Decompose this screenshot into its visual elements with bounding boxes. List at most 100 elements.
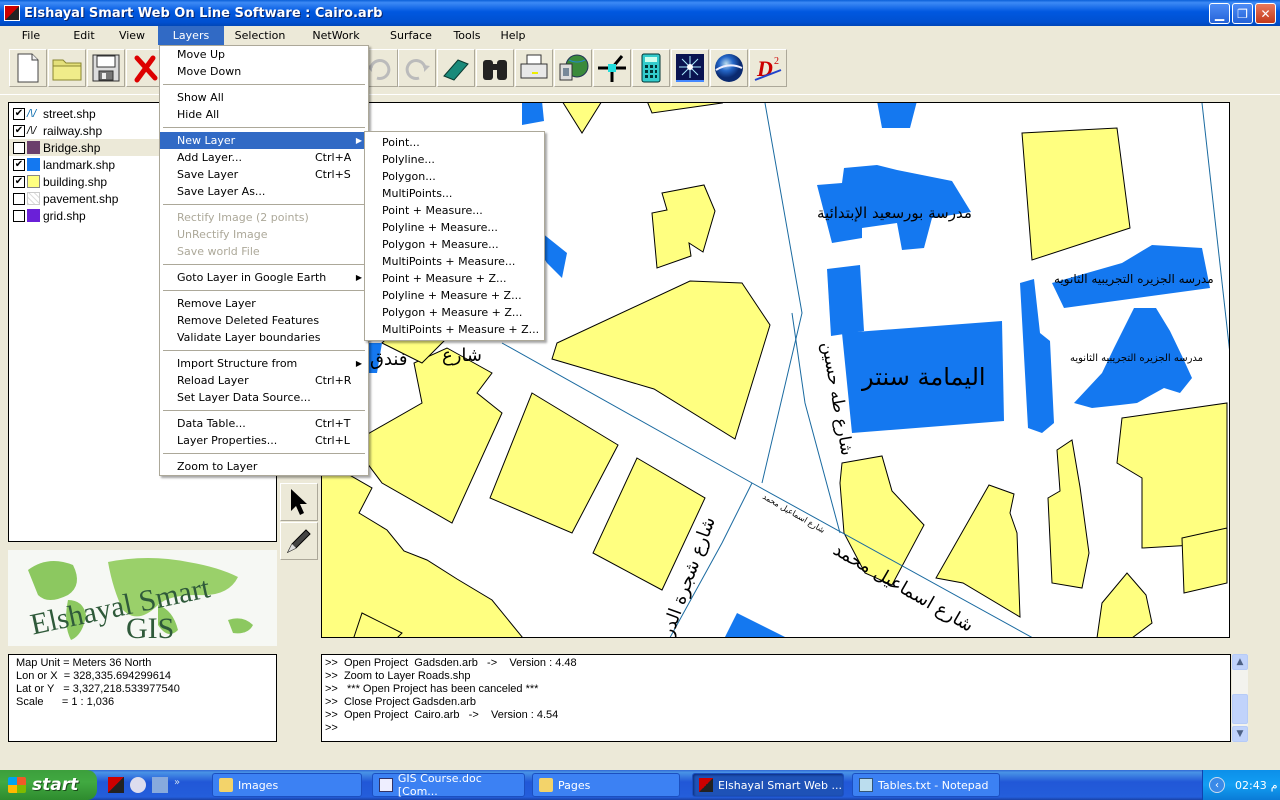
app-quicklaunch-icon[interactable] (108, 777, 124, 793)
menu-item-layer-properties[interactable]: Layer Properties... Ctrl+L (160, 432, 368, 449)
menu-item-remove-deleted-features[interactable]: Remove Deleted Features (160, 312, 368, 329)
menu-item-remove-layer[interactable]: Remove Layer (160, 295, 368, 312)
edit-tool-button[interactable] (280, 522, 318, 560)
clock-suffix: م (1270, 778, 1278, 792)
building-polygon (1021, 127, 1131, 261)
menu-item-save-layer-as[interactable]: Save Layer As... (160, 183, 368, 200)
layer-visibility-checkbox[interactable]: ✔ (13, 175, 25, 188)
google-earth-button[interactable] (710, 49, 748, 87)
fill-symbol-icon (27, 175, 40, 188)
log-line: >> Close Project Gadsden.arb (325, 696, 477, 708)
quick-launch: » (108, 777, 180, 793)
menu-item-reload-layer[interactable]: Reload Layer Ctrl+R (160, 372, 368, 389)
task-gis-course-doc[interactable]: GIS Course.doc [Com... (372, 772, 525, 798)
submenu-item-point[interactable]: Point... (365, 134, 544, 151)
menu-item-goto-google-earth[interactable]: Goto Layer in Google Earth ▶ (160, 269, 368, 286)
node-tool-button[interactable] (593, 49, 631, 87)
open-button[interactable] (48, 49, 86, 87)
submenu-item-point-measure-z[interactable]: Point + Measure + Z... (365, 270, 544, 287)
submenu-item-polyline[interactable]: Polyline... (365, 151, 544, 168)
menu-item-zoom-to-layer[interactable]: Zoom to Layer (160, 458, 368, 475)
submenu-item-point-measure[interactable]: Point + Measure... (365, 202, 544, 219)
layer-visibility-checkbox[interactable] (13, 192, 25, 205)
menu-surface[interactable]: Surface (376, 26, 446, 45)
landmark-polygon (877, 103, 917, 128)
minimize-button[interactable]: ▁ (1209, 3, 1230, 24)
restore-button[interactable]: ❐ (1232, 3, 1253, 24)
submenu-item-polyline-measure-z[interactable]: Polyline + Measure + Z... (365, 287, 544, 304)
close-button[interactable]: ✕ (1255, 3, 1276, 24)
save-button[interactable] (87, 49, 125, 87)
select-tool-button[interactable] (280, 483, 318, 521)
menu-file[interactable]: File (0, 26, 62, 45)
menu-network[interactable]: NetWork (296, 26, 376, 45)
log-scrollbar[interactable]: ▲ ▼ (1232, 654, 1248, 742)
layer-name: Bridge.shp (43, 140, 101, 155)
menu-bar: File Edit View Layers Selection NetWork … (0, 26, 1280, 45)
clock: 02:43 (1235, 778, 1267, 792)
menu-item-add-layer[interactable]: Add Layer... Ctrl+A (160, 149, 368, 166)
task-images[interactable]: Images (212, 773, 362, 797)
task-pages[interactable]: Pages (532, 773, 680, 797)
log-line: >> Zoom to Layer Roads.shp (325, 670, 471, 682)
menu-item-import-structure[interactable]: Import Structure from ▶ (160, 355, 368, 372)
layer-visibility-checkbox[interactable]: ✔ (13, 107, 25, 120)
menu-item-show-all[interactable]: Show All (160, 89, 368, 106)
scroll-thumb[interactable] (1232, 694, 1248, 724)
task-tables-notepad[interactable]: Tables.txt - Notepad (852, 773, 1000, 797)
menu-item-label: Show All (177, 91, 224, 104)
submenu-item-multipoints-measure-z[interactable]: MultiPoints + Measure + Z... (365, 321, 544, 338)
menu-selection[interactable]: Selection (224, 26, 296, 45)
hatch-symbol-icon (27, 192, 40, 205)
building-polygon (489, 392, 619, 534)
submenu-item-multipoints-measure[interactable]: MultiPoints + Measure... (365, 253, 544, 270)
task-elshayal-smart[interactable]: Elshayal Smart Web ... (692, 773, 844, 797)
menu-help[interactable]: Help (488, 26, 538, 45)
menu-item-label: Hide All (177, 108, 220, 121)
menu-item-move-up[interactable]: Move Up (160, 46, 368, 63)
menu-item-new-layer[interactable]: New Layer ▶ (160, 132, 368, 149)
building-polygon (935, 484, 1021, 618)
new-button[interactable] (9, 49, 47, 87)
submenu-item-polygon-measure[interactable]: Polygon + Measure... (365, 236, 544, 253)
menu-item-set-data-source[interactable]: Set Layer Data Source... (160, 389, 368, 406)
menu-edit[interactable]: Edit (62, 26, 106, 45)
folder-icon (219, 778, 233, 792)
submenu-item-polygon-measure-z[interactable]: Polygon + Measure + Z... (365, 304, 544, 321)
menu-tools[interactable]: Tools (446, 26, 488, 45)
menu-item-validate-boundaries[interactable]: Validate Layer boundaries (160, 329, 368, 346)
tray-expand-icon[interactable]: ‹ (1209, 777, 1225, 793)
layer-visibility-checkbox[interactable] (13, 141, 25, 154)
eraser-button[interactable] (437, 49, 475, 87)
menu-item-move-down[interactable]: Move Down (160, 63, 368, 80)
line-symbol-icon: /\/ (27, 124, 37, 137)
menu-item-hide-all[interactable]: Hide All (160, 106, 368, 123)
map-document-button[interactable] (554, 49, 592, 87)
new-file-icon (17, 53, 39, 83)
menu-item-data-table[interactable]: Data Table... Ctrl+T (160, 415, 368, 432)
layer-visibility-checkbox[interactable]: ✔ (13, 124, 25, 137)
menu-layers[interactable]: Layers (158, 26, 224, 45)
menu-view[interactable]: View (106, 26, 158, 45)
menu-item-save-layer[interactable]: Save Layer Ctrl+S (160, 166, 368, 183)
app-icon (4, 5, 20, 21)
star-tool-button[interactable] (671, 49, 709, 87)
submenu-item-multipoints[interactable]: MultiPoints... (365, 185, 544, 202)
d-squared-button[interactable]: D2 (749, 49, 787, 87)
scroll-up-button[interactable]: ▲ (1232, 654, 1248, 670)
submenu-item-polygon[interactable]: Polygon... (365, 168, 544, 185)
log-panel: >> Open Project Gadsden.arb -> Version :… (321, 654, 1231, 742)
street-line (1201, 103, 1229, 350)
desktop-quicklaunch-icon[interactable] (152, 777, 168, 793)
chevron-right-icon[interactable]: » (174, 777, 180, 793)
redo-button[interactable] (398, 49, 436, 87)
start-button[interactable]: start (0, 770, 97, 800)
browser-quicklaunch-icon[interactable] (130, 777, 146, 793)
print-button[interactable] (515, 49, 553, 87)
layer-visibility-checkbox[interactable] (13, 209, 25, 222)
find-button[interactable] (476, 49, 514, 87)
submenu-item-polyline-measure[interactable]: Polyline + Measure... (365, 219, 544, 236)
calculator-button[interactable] (632, 49, 670, 87)
scroll-down-button[interactable]: ▼ (1232, 726, 1248, 742)
layer-visibility-checkbox[interactable]: ✔ (13, 158, 25, 171)
